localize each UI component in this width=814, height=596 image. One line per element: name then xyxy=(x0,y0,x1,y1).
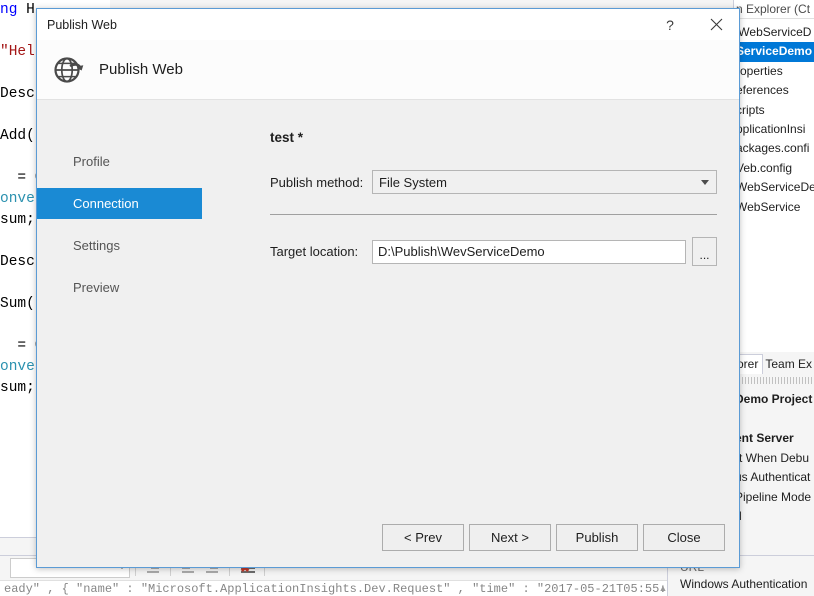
nav-item-connection[interactable]: Connection xyxy=(37,188,202,219)
solution-explorer-item[interactable]: roperties xyxy=(734,62,814,81)
url-value: Windows Authentication xyxy=(680,577,808,591)
solution-explorer-item[interactable]: Veb.config xyxy=(734,159,814,178)
code-token: sum; xyxy=(0,380,35,396)
publish-method-row: Publish method: File System xyxy=(270,170,717,194)
code-token: H xyxy=(26,2,35,18)
target-location-input[interactable]: D:\Publish\WevServiceDemo xyxy=(372,239,686,264)
nav-item-label: Settings xyxy=(73,238,120,253)
dialog-title-bar[interactable]: Publish Web ? xyxy=(37,9,739,40)
solution-explorer-search-input[interactable]: n Explorer (Ct xyxy=(734,0,814,19)
code-token: Add( xyxy=(0,128,35,144)
solution-explorer-item[interactable]: WebService xyxy=(734,198,814,217)
nav-item-label: Profile xyxy=(73,154,110,169)
solution-explorer-item[interactable]: 'WebServiceD xyxy=(734,23,814,42)
solution-explorer-item[interactable]: ServiceDemo xyxy=(734,42,814,62)
code-token: sum; xyxy=(0,212,35,228)
property-row[interactable]: ent Server xyxy=(734,429,814,449)
help-button[interactable]: ? xyxy=(647,9,693,40)
code-token: ng xyxy=(0,2,27,18)
dialog-header-title: Publish Web xyxy=(99,61,183,78)
solution-explorer-item[interactable]: ackages.confi xyxy=(734,139,814,158)
target-location-label: Target location: xyxy=(270,244,359,259)
property-row[interactable]: Pipeline Mode xyxy=(734,488,814,508)
solution-explorer-item[interactable]: pplicationInsi xyxy=(734,120,814,139)
code-token: onve xyxy=(0,359,35,375)
dialog-navigation[interactable]: Profile Connection Settings Preview xyxy=(37,100,202,507)
publish-method-value: File System xyxy=(379,174,447,190)
properties-toolbar xyxy=(736,377,812,384)
property-row[interactable] xyxy=(734,410,814,430)
nav-item-label: Preview xyxy=(73,280,120,295)
panel-tab-strip[interactable]: orer Team Ex xyxy=(734,352,814,375)
content-divider xyxy=(270,214,717,215)
output-log-text: eady" , { "name" : "Microsoft.Applicatio… xyxy=(4,582,739,596)
panel-tab[interactable]: Team Ex xyxy=(763,355,814,374)
globe-publish-icon xyxy=(51,52,87,88)
publish-button[interactable]: Publish xyxy=(556,523,638,551)
code-token: "Hel xyxy=(0,44,35,60)
nav-item-label: Connection xyxy=(73,196,139,211)
dialog-content-pane: test * Publish method: File System Targe… xyxy=(202,100,739,507)
chevron-down-icon xyxy=(701,180,709,185)
properties-panel[interactable]: Demo Project ent Server rt When Debu us Au… xyxy=(733,374,814,560)
solution-explorer-tree[interactable]: 'WebServiceD ServiceDemo roperties eference… xyxy=(734,19,814,217)
code-token: Sum( xyxy=(0,296,35,312)
nav-item-preview[interactable]: Preview xyxy=(37,272,202,303)
solution-explorer-item[interactable]: eferences xyxy=(734,81,814,100)
question-mark-icon: ? xyxy=(666,16,674,33)
property-row[interactable]: Demo Project xyxy=(734,390,814,410)
publish-method-select[interactable]: File System xyxy=(372,170,717,194)
code-token: onve xyxy=(0,191,35,207)
code-token: Desc xyxy=(0,254,35,270)
close-button[interactable]: Close xyxy=(643,523,725,551)
dialog-window-title: Publish Web xyxy=(47,17,117,32)
close-window-button[interactable] xyxy=(693,9,739,40)
property-row[interactable]: us Authenticat xyxy=(734,468,814,488)
property-row[interactable]: d xyxy=(734,507,814,527)
solution-explorer-item[interactable]: WebServiceDen xyxy=(734,178,814,197)
solution-explorer-item[interactable]: cripts xyxy=(734,101,814,120)
screen-root: ng H "Hel Desc Add( = 0 onve sum; Desc Sum… xyxy=(0,0,814,596)
target-location-row: Target location: D:\Publish\WevServiceDe… xyxy=(270,237,717,266)
dialog-footer: < Prev Next > Publish Close xyxy=(37,507,739,567)
publish-method-label: Publish method: xyxy=(270,174,364,190)
next-button[interactable]: Next > xyxy=(469,523,551,551)
code-token: Desc xyxy=(0,86,35,102)
nav-item-profile[interactable]: Profile xyxy=(37,146,202,177)
property-row[interactable]: rt When Debu xyxy=(734,449,814,469)
close-icon xyxy=(710,18,722,31)
dialog-body: Profile Connection Settings Preview test * … xyxy=(37,100,739,507)
profile-name-heading: test * xyxy=(270,130,304,145)
nav-item-settings[interactable]: Settings xyxy=(37,230,202,261)
browse-folder-button[interactable]: ... xyxy=(692,237,717,266)
prev-button[interactable]: < Prev xyxy=(382,523,464,551)
solution-explorer-panel[interactable]: n Explorer (Ct 'WebServiceD ServiceDemo ro… xyxy=(733,0,814,352)
publish-web-dialog: Publish Web ? Publish Web Profile Connec… xyxy=(36,8,740,568)
dialog-header: Publish Web xyxy=(37,40,739,100)
